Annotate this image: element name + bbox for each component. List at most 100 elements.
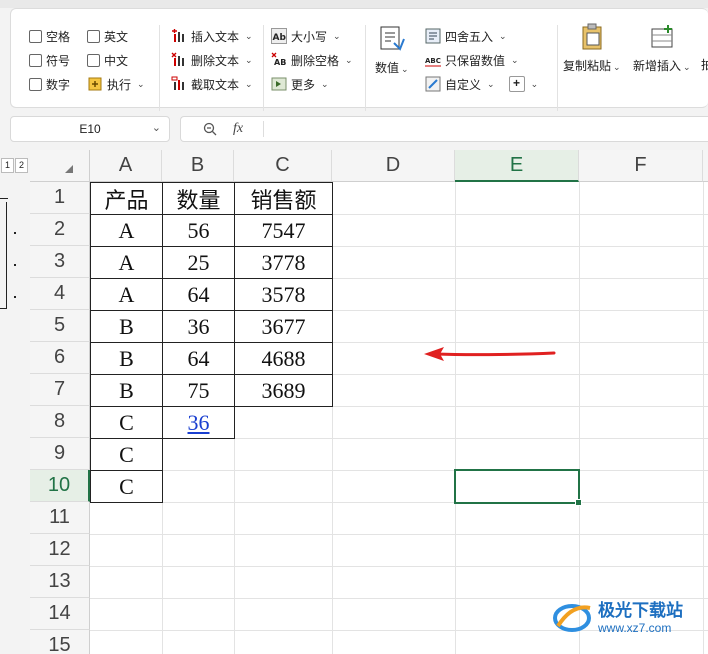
formula-bar[interactable]: fx (180, 116, 708, 142)
outline-level-2-button[interactable]: 2 (15, 158, 28, 173)
column-header-a[interactable]: A (90, 150, 162, 182)
checkbox-icon[interactable] (29, 53, 42, 67)
cell-b2[interactable]: 56 (162, 214, 235, 247)
checkbox-icon[interactable] (87, 29, 100, 43)
select-all-corner[interactable] (30, 150, 90, 182)
plus-icon[interactable]: + (508, 76, 525, 92)
row-header-12[interactable]: 12 (30, 534, 90, 566)
cell-c5[interactable]: 3677 (234, 310, 333, 343)
keep-numbers-button[interactable]: ABC 只保留数值 ⌄ (425, 49, 519, 71)
cell-c3[interactable]: 3778 (234, 246, 333, 279)
outline-dot (14, 264, 16, 266)
column-header-b[interactable]: B (162, 150, 234, 182)
cell-a2[interactable]: A (90, 214, 163, 247)
watermark-url: www.xz7.com (598, 621, 672, 635)
name-box-value: E10 (79, 122, 101, 136)
new-insert-label: 新增插入 (633, 59, 682, 73)
case-icon: Ab (271, 28, 287, 44)
cell-b7[interactable]: 75 (162, 374, 235, 407)
active-cell-e10[interactable] (454, 469, 582, 506)
cell-a7[interactable]: B (90, 374, 163, 407)
checkbox-chinese[interactable]: 中文 (87, 49, 128, 71)
row-header-5[interactable]: 5 (30, 310, 90, 342)
checkbox-icon[interactable] (29, 29, 42, 43)
outline-level-1-button[interactable]: 1 (1, 158, 14, 173)
cell-c6[interactable]: 4688 (234, 342, 333, 375)
remove-spaces-icon: AB (271, 52, 286, 67)
remove-spaces-button[interactable]: AB 删除空格 ⌄ (271, 49, 353, 71)
delete-text-button[interactable]: 删除文本 ⌄ (171, 49, 253, 71)
row-header-13[interactable]: 13 (30, 566, 90, 598)
zoom-icon[interactable] (203, 122, 217, 136)
cell-a3[interactable]: A (90, 246, 163, 279)
column-header-f[interactable]: F (579, 150, 703, 182)
name-box[interactable]: E10 ⌄ (10, 116, 170, 142)
fx-icon[interactable]: fx (233, 121, 243, 137)
new-insert-button[interactable]: 新增插入 ⌄ (633, 23, 691, 74)
checkbox-label: 数字 (46, 77, 71, 92)
row-header-14[interactable]: 14 (30, 598, 90, 630)
row-header-9[interactable]: 9 (30, 438, 90, 470)
cell-a5[interactable]: B (90, 310, 163, 343)
divider (159, 25, 160, 111)
spreadsheet-grid[interactable]: A B C D E F 1 2 3 4 5 6 7 8 9 10 11 12 1… (30, 150, 708, 654)
row-header-7[interactable]: 7 (30, 374, 90, 406)
checkbox-space[interactable]: 空格 (29, 25, 70, 47)
execute-button[interactable]: 执行 ⌄ (87, 73, 145, 95)
cell-b3[interactable]: 25 (162, 246, 235, 279)
cell-a4[interactable]: A (90, 278, 163, 311)
cell-b8[interactable]: 36 (162, 406, 235, 439)
cell-c1[interactable]: 销售额 (234, 182, 333, 215)
keep-numbers-label: 只保留数值 (445, 53, 506, 68)
cell-a10[interactable]: C (90, 470, 163, 503)
extract-text-icon (171, 76, 184, 90)
cell-c2[interactable]: 7547 (234, 214, 333, 247)
column-header-d[interactable]: D (332, 150, 455, 182)
case-button[interactable]: Ab 大小写 ⌄ (271, 25, 341, 47)
cell-b1[interactable]: 数量 (162, 182, 235, 215)
cell-a1[interactable]: 产品 (90, 182, 163, 215)
checkbox-label: 空格 (46, 29, 71, 44)
column-header-e[interactable]: E (455, 150, 579, 182)
cell-c4[interactable]: 3578 (234, 278, 333, 311)
more-button[interactable]: 更多 ⌄ (271, 73, 329, 95)
row-header-6[interactable]: 6 (30, 342, 90, 374)
row-header-10[interactable]: 10 (30, 470, 90, 502)
round-button[interactable]: 四舍五入 ⌄ (425, 25, 507, 47)
cell-a8[interactable]: C (90, 406, 163, 439)
cell-b6[interactable]: 64 (162, 342, 235, 375)
column-header-g[interactable] (703, 150, 708, 182)
cell-a6[interactable]: B (90, 342, 163, 375)
insert-text-button[interactable]: 插入文本 ⌄ (171, 25, 253, 47)
extract-text-button[interactable]: 截取文本 ⌄ (171, 73, 253, 95)
round-icon (425, 28, 441, 44)
outline-dot (14, 232, 16, 234)
more-icon (271, 77, 287, 91)
cell-b8-link[interactable]: 36 (188, 410, 210, 436)
cell-b5[interactable]: 36 (162, 310, 235, 343)
checkbox-icon[interactable] (87, 53, 100, 67)
numeric-button[interactable]: 数值 ⌄ (375, 25, 409, 76)
chevron-down-icon[interactable]: ⌄ (152, 121, 161, 134)
chevron-down-icon: ⌄ (613, 62, 621, 72)
row-header-15[interactable]: 15 (30, 630, 90, 654)
checkbox-english[interactable]: 英文 (87, 25, 128, 47)
checkbox-number[interactable]: 数字 (29, 73, 70, 95)
copy-paste-button[interactable]: 复制粘贴 ⌄ (563, 23, 621, 74)
row-header-4[interactable]: 4 (30, 278, 90, 310)
row-header-1[interactable]: 1 (30, 182, 90, 214)
row-header-3[interactable]: 3 (30, 246, 90, 278)
cell-a9[interactable]: C (90, 438, 163, 471)
checkbox-icon[interactable] (29, 77, 42, 91)
outline-bracket-end (0, 308, 7, 309)
cell-b4[interactable]: 64 (162, 278, 235, 311)
cell-c7[interactable]: 3689 (234, 374, 333, 407)
truncated-button[interactable]: 拍 (701, 53, 708, 75)
checkbox-symbol[interactable]: 符号 (29, 49, 70, 71)
custom-button[interactable]: 自定义 ⌄ + ⌄ (425, 73, 538, 95)
row-header-11[interactable]: 11 (30, 502, 90, 534)
row-header-8[interactable]: 8 (30, 406, 90, 438)
row-header-2[interactable]: 2 (30, 214, 90, 246)
outline-collapse-icon[interactable] (0, 198, 8, 199)
column-header-c[interactable]: C (234, 150, 332, 182)
